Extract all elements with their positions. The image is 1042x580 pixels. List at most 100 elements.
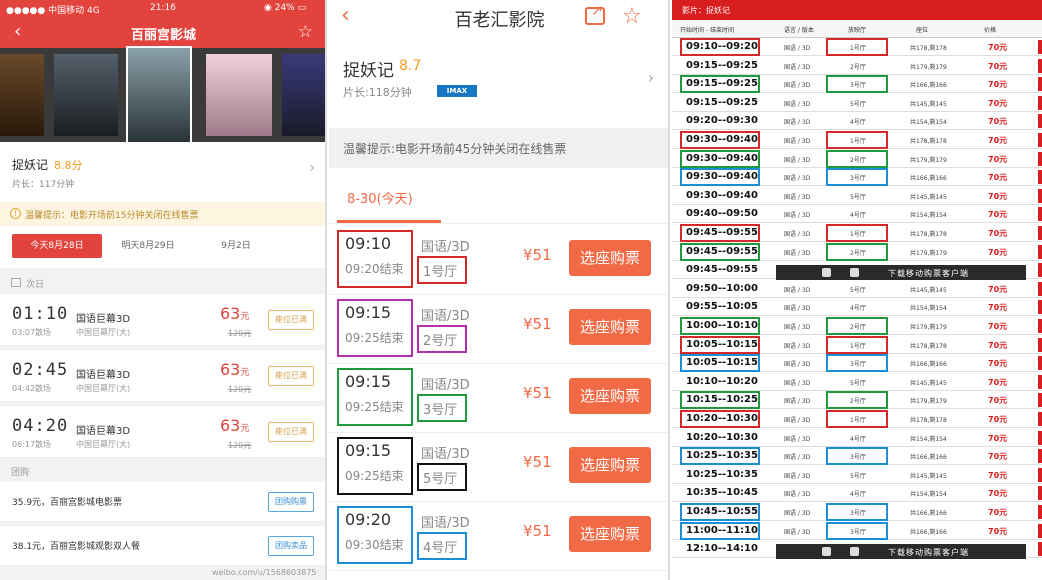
tab-tomorrow[interactable]: 明天8月29日 [110,234,186,258]
deal-item[interactable]: 38.1元，百丽宫影城观影双人餐 团购卖品 [0,526,325,566]
movie-info[interactable]: 捉妖记 8.7 片长:118分钟 IMAX › [329,46,668,114]
buy-button[interactable] [1038,151,1042,166]
star-icon[interactable]: ☆ [622,4,642,29]
movie-info[interactable]: 捉妖记 8.8分 片长：117分钟 › [0,142,325,202]
schedule-price: 70元 [988,43,1008,52]
showtime-end: 09:30结束 [345,538,404,552]
seat-full-button[interactable]: 座位已满 [268,422,314,442]
poster-selected[interactable] [126,46,192,144]
schedule-price: 70元 [988,303,1008,313]
schedule-row[interactable]: 09:20--09:30 国语 / 3D 4号厅 共154,剩154 70元 [672,112,1042,131]
buy-button[interactable] [1038,393,1042,408]
seat-full-button[interactable]: 座位已满 [268,310,314,330]
showtime-row[interactable]: 09:15 09:25结束 国语/3D 2号厅 ¥51 选座购票 [329,295,668,364]
schedule-row[interactable]: 10:35--10:45 国语 / 3D 4号厅 共154,剩154 70元 [672,484,1042,503]
schedule-row[interactable]: 10:10--10:20 国语 / 3D 5号厅 共145,剩145 70元 [672,372,1042,391]
schedule-row[interactable]: 10:25--10:35 国语 / 3D 3号厅 共166,剩166 70元 [672,447,1042,466]
showtime-row[interactable]: 01:10 03:07散场 国语巨幕3D 中国巨幕厅(大) 63元 120元 座位已满 [0,294,325,346]
buy-button[interactable] [1038,523,1042,538]
nav-bar: ‹ 百丽宫影城 ☆ [0,18,325,48]
info-icon: ! [10,208,21,219]
tab-today[interactable]: 8-30(今天) [347,188,413,207]
buy-button[interactable] [1038,207,1042,222]
buy-button[interactable] [1038,505,1042,519]
schedule-row[interactable]: 09:45--09:55 国语 / 3D 2号厅 共179,剩179 70元 [672,242,1042,261]
buy-button[interactable] [1038,467,1042,482]
schedule-row[interactable]: 10:05--10:15 国语 / 3D 1号厅 共178,剩178 70元 [672,335,1042,354]
buy-button[interactable] [1038,449,1042,464]
schedule-row[interactable]: 10:05--10:15 国语 / 3D 3号厅 共166,剩166 70元 [672,354,1042,373]
buy-button[interactable] [1038,486,1042,501]
tab-today[interactable]: 今天8月28日 [12,234,102,258]
schedule-row[interactable]: 10:20--10:30 国语 / 3D 1号厅 共178,剩178 70元 [672,410,1042,428]
poster-thumbnail[interactable] [0,54,44,136]
schedule-row[interactable]: 09:30--09:40 国语 / 3D 5号厅 共145,剩145 70元 [672,186,1042,205]
schedule-row[interactable]: 10:45--10:55 国语 / 3D 3号厅 共166,剩166 70元 [672,503,1042,521]
schedule-row[interactable]: 09:30--09:40 国语 / 3D 1号厅 共178,剩178 70元 [672,131,1042,149]
schedule-row[interactable]: 10:25--10:35 国语 / 3D 5号厅 共145,剩145 70元 [672,465,1042,484]
schedule-row[interactable]: 09:45--09:55 国语 / 3D 1号厅 共178,剩178 70元 [672,224,1042,242]
poster-thumbnail[interactable] [54,54,118,136]
download-app-banner[interactable]: 下载移动购票客户端 [776,265,1026,281]
deal-item[interactable]: 35.9元，百丽宫影城电影票 团购购票 [0,482,325,522]
seat-full-button[interactable]: 座位已满 [268,366,314,386]
buy-button[interactable] [1038,542,1042,557]
buy-button[interactable] [1038,337,1042,352]
schedule-row[interactable]: 09:50--10:00 国语 / 3D 5号厅 共145,剩145 70元 [672,279,1042,298]
schedule-row[interactable]: 09:15--09:25 国语 / 3D 2号厅 共179,剩179 70元 [672,56,1042,75]
deal-button[interactable]: 团购卖品 [268,536,314,556]
poster-thumbnail[interactable] [206,54,272,136]
select-seat-button[interactable]: 选座购票 [569,447,651,483]
buy-button[interactable] [1038,430,1042,445]
select-seat-button[interactable]: 选座购票 [569,240,651,276]
buy-button[interactable] [1038,40,1042,54]
poster-thumbnail[interactable] [282,54,325,136]
deal-button[interactable]: 团购购票 [268,492,314,512]
showtime-row[interactable]: 09:20 09:30结束 国语/3D 4号厅 ¥51 选座购票 [329,502,668,571]
schedule-row[interactable]: 09:55--10:05 国语 / 3D 4号厅 共154,剩154 70元 [672,298,1042,317]
buy-button[interactable] [1038,188,1042,203]
time-highlight-box [680,410,760,428]
select-seat-button[interactable]: 选座购票 [569,309,651,345]
schedule-row[interactable]: 10:15--10:25 国语 / 3D 2号厅 共179,剩179 70元 [672,391,1042,410]
schedule-row[interactable]: 11:00--11:10 国语 / 3D 3号厅 共166,剩166 70元 [672,521,1042,540]
schedule-row[interactable]: 09:30--09:40 国语 / 3D 2号厅 共179,剩179 70元 [672,149,1042,168]
buy-button[interactable] [1038,300,1042,315]
schedule-row[interactable]: 09:30--09:40 国语 / 3D 3号厅 共166,剩166 70元 [672,168,1042,187]
hall-highlight-box [826,447,888,466]
showtime-row[interactable]: 02:45 04:42散场 国语巨幕3D 中国巨幕厅(大) 63元 120元 座位已满 [0,350,325,402]
buy-button[interactable] [1038,374,1042,389]
showtime-row[interactable]: 09:15 09:25结束 国语/3D 5号厅 ¥51 选座购票 [329,433,668,502]
hall-highlight-box [826,242,888,261]
select-seat-button[interactable]: 选座购票 [569,516,651,552]
showtime-row[interactable]: 04:20 06:17散场 国语巨幕3D 中国巨幕厅(大) 63元 120元 座位已满 [0,406,325,458]
buy-button[interactable] [1038,356,1042,371]
download-app-banner[interactable]: 下载移动购票客户端 [776,544,1026,560]
showtime-row[interactable]: 09:15 09:25结束 国语/3D 3号厅 ¥51 选座购票 [329,364,668,433]
tab-sep2[interactable]: 9月2日 [204,234,268,258]
buy-button[interactable] [1038,77,1042,92]
buy-button[interactable] [1038,226,1042,240]
buy-button[interactable] [1038,244,1042,259]
page-title: 百老汇影院 [454,10,545,31]
schedule-row[interactable]: 10:00--10:10 国语 / 3D 2号厅 共179,剩179 70元 [672,317,1042,335]
share-icon[interactable]: ↗ [585,3,605,25]
schedule-row[interactable]: 10:20--10:30 国语 / 3D 4号厅 共154,剩154 70元 [672,428,1042,447]
select-seat-button[interactable]: 选座购票 [569,378,651,414]
schedule-row[interactable]: 09:10--09:20 国语 / 3D 1号厅 共178,剩178 70元 [672,38,1042,56]
buy-button[interactable] [1038,133,1042,147]
schedule-row[interactable]: 09:15--09:25 国语 / 3D 3号厅 共166,剩166 70元 [672,75,1042,94]
buy-button[interactable] [1038,170,1042,185]
buy-button[interactable] [1038,412,1042,426]
buy-button[interactable] [1038,58,1042,73]
buy-button[interactable] [1038,263,1042,278]
star-icon[interactable]: ☆ [298,22,313,42]
buy-button[interactable] [1038,114,1042,129]
showtime-row[interactable]: 09:10 09:20结束 国语/3D 1号厅 ¥51 选座购票 [329,226,668,295]
buy-button[interactable] [1038,319,1042,333]
poster-carousel[interactable] [0,46,325,144]
buy-button[interactable] [1038,281,1042,296]
buy-button[interactable] [1038,95,1042,110]
schedule-row[interactable]: 09:40--09:50 国语 / 3D 4号厅 共154,剩154 70元 [672,205,1042,224]
schedule-row[interactable]: 09:15--09:25 国语 / 3D 5号厅 共145,剩145 70元 [672,93,1042,112]
